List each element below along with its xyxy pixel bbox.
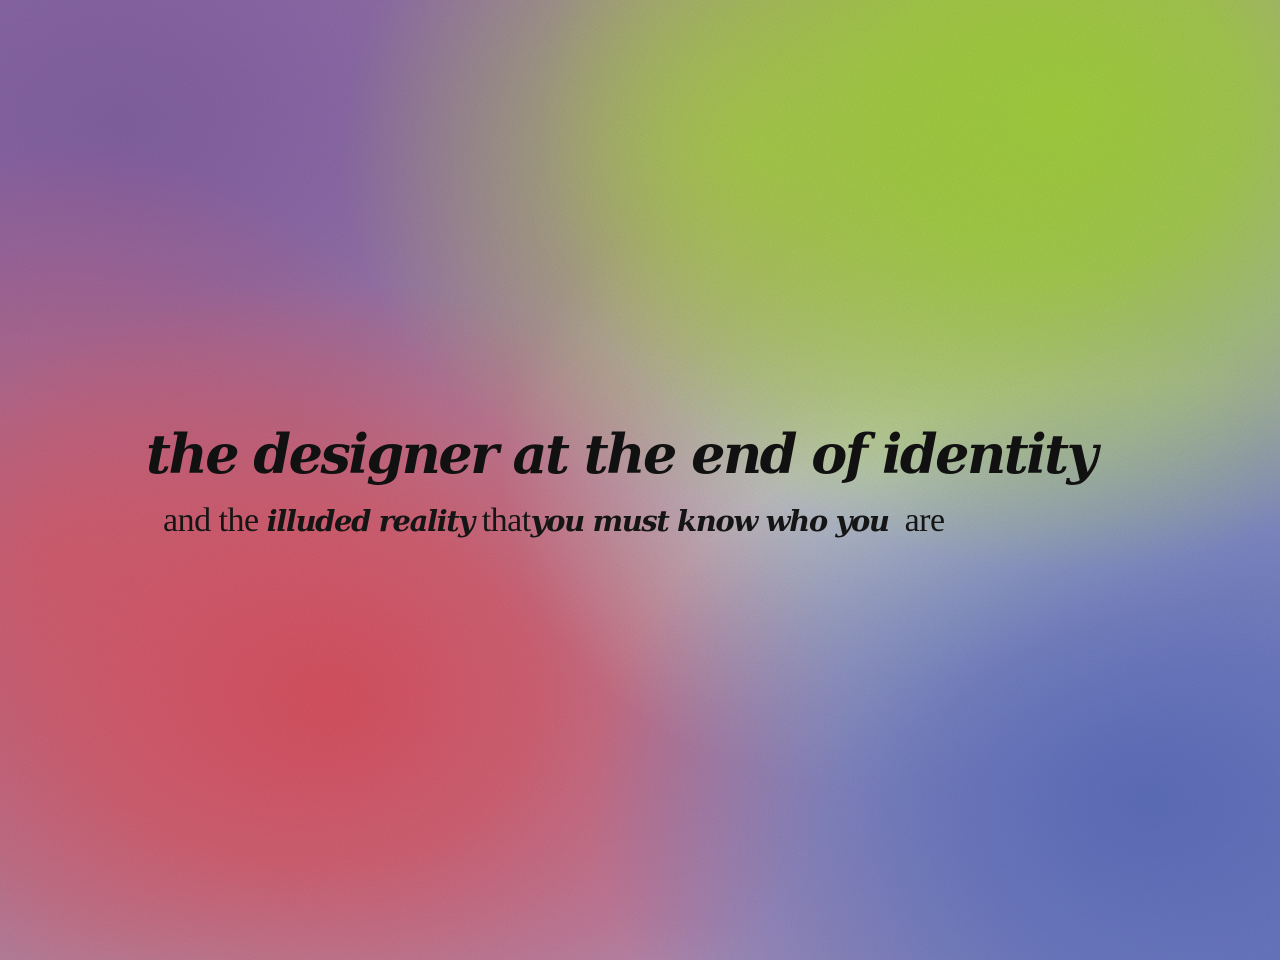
subtitle-text-and-the: and the bbox=[163, 502, 259, 539]
subtitle-text-are: are bbox=[904, 502, 946, 539]
subtitle-text-that: that bbox=[481, 502, 531, 539]
page-title: the designer at the end of identity bbox=[146, 422, 1098, 486]
page-subtitle: and the illuded reality thatyou must kno… bbox=[0, 496, 1280, 546]
subtitle-emphasis-you-must-know: you must know who you bbox=[530, 504, 890, 538]
hero-text: the designer at the end of identity and … bbox=[0, 412, 1280, 546]
subtitle-emphasis-illuded-reality: illuded reality bbox=[266, 504, 475, 538]
